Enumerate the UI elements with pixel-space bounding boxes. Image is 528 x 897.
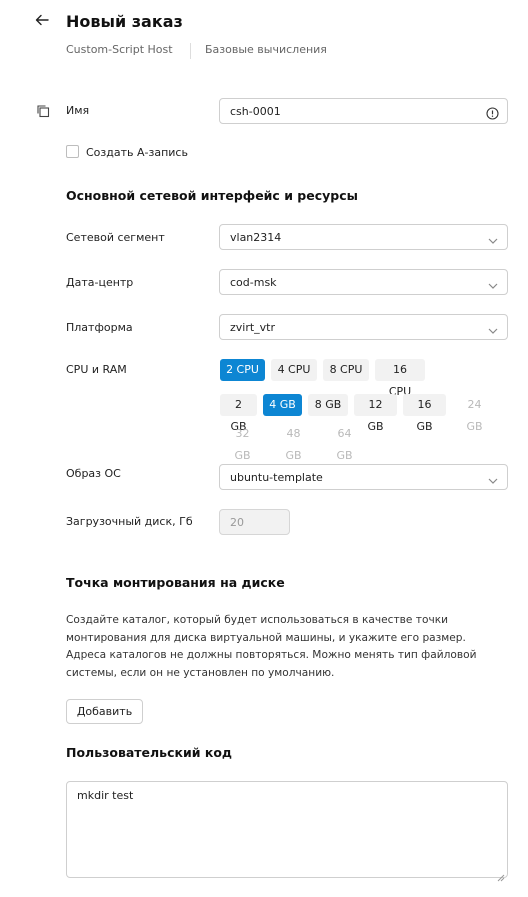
segment-label: Сетевой сегмент (66, 231, 165, 244)
platform-value: zvirt_vtr (230, 321, 276, 334)
mount-description: Создайте каталог, который будет использо… (66, 614, 477, 679)
chevron-down-icon (487, 232, 499, 244)
resize-grip-icon[interactable] (497, 867, 505, 882)
datacenter-value: cod-msk (230, 276, 277, 289)
custom-code-textarea[interactable]: mkdir test (66, 781, 508, 882)
ram-option-2gb[interactable]: 2 GB (220, 394, 257, 433)
back-arrow-icon[interactable] (34, 12, 54, 32)
boot-disk-label: Загрузочный диск, Гб (66, 515, 193, 528)
add-mount-button[interactable]: Добавить (66, 699, 143, 724)
cpu-option-4[interactable]: 4 CPU (271, 359, 317, 381)
os-image-label: Образ ОС (66, 467, 121, 480)
ram-option-32gb: 32 GB (234, 427, 251, 462)
segment-select[interactable]: vlan2314 (219, 224, 508, 250)
name-value: csh-0001 (230, 105, 281, 118)
create-a-record-checkbox[interactable] (66, 145, 79, 158)
cpu-option-2[interactable]: 2 CPU (220, 359, 265, 381)
platform-select[interactable]: zvirt_vtr (219, 314, 508, 340)
breadcrumb-divider (190, 43, 191, 59)
ram-option-12gb[interactable]: 12 GB (354, 394, 397, 433)
breadcrumb-product: Custom-Script Host (66, 43, 173, 56)
chevron-down-icon (487, 277, 499, 289)
name-field[interactable]: csh-0001 (219, 98, 508, 124)
platform-label: Платформа (66, 321, 133, 334)
cpu-ram-label: CPU и RAM (66, 363, 127, 376)
ram-option-16gb[interactable]: 16 GB (403, 394, 446, 433)
chevron-down-icon (487, 322, 499, 334)
breadcrumb-category: Базовые вычисления (205, 43, 327, 56)
boot-disk-value: 20 (230, 516, 244, 529)
custom-code-title: Пользовательский код (66, 745, 233, 760)
create-a-record-label: Создать А-запись (86, 146, 188, 159)
copy-icon[interactable] (36, 103, 50, 118)
ram-option-64gb: 64 GB (336, 427, 353, 462)
boot-disk-field: 20 (219, 509, 290, 535)
name-label: Имя (66, 104, 90, 117)
datacenter-label: Дата-центр (66, 276, 134, 289)
cpu-option-16[interactable]: 16 CPU (375, 359, 425, 398)
os-image-value: ubuntu-template (230, 471, 323, 484)
network-section-title: Основной сетевой интерфейс и ресурсы (66, 188, 358, 203)
segment-value: vlan2314 (230, 231, 282, 244)
info-icon (486, 105, 499, 120)
chevron-down-icon (487, 472, 499, 484)
ram-option-4gb[interactable]: 4 GB (263, 394, 302, 416)
cpu-option-8[interactable]: 8 CPU (323, 359, 369, 381)
page-title: Новый заказ (66, 12, 183, 31)
datacenter-select[interactable]: cod-msk (219, 269, 508, 295)
ram-option-24gb: 24 GB (466, 398, 483, 433)
mount-section-title: Точка монтирования на диске (66, 575, 285, 590)
os-image-select[interactable]: ubuntu-template (219, 464, 508, 490)
ram-option-48gb: 48 GB (285, 427, 302, 462)
ram-option-8gb[interactable]: 8 GB (308, 394, 348, 416)
custom-code-value: mkdir test (77, 789, 134, 802)
